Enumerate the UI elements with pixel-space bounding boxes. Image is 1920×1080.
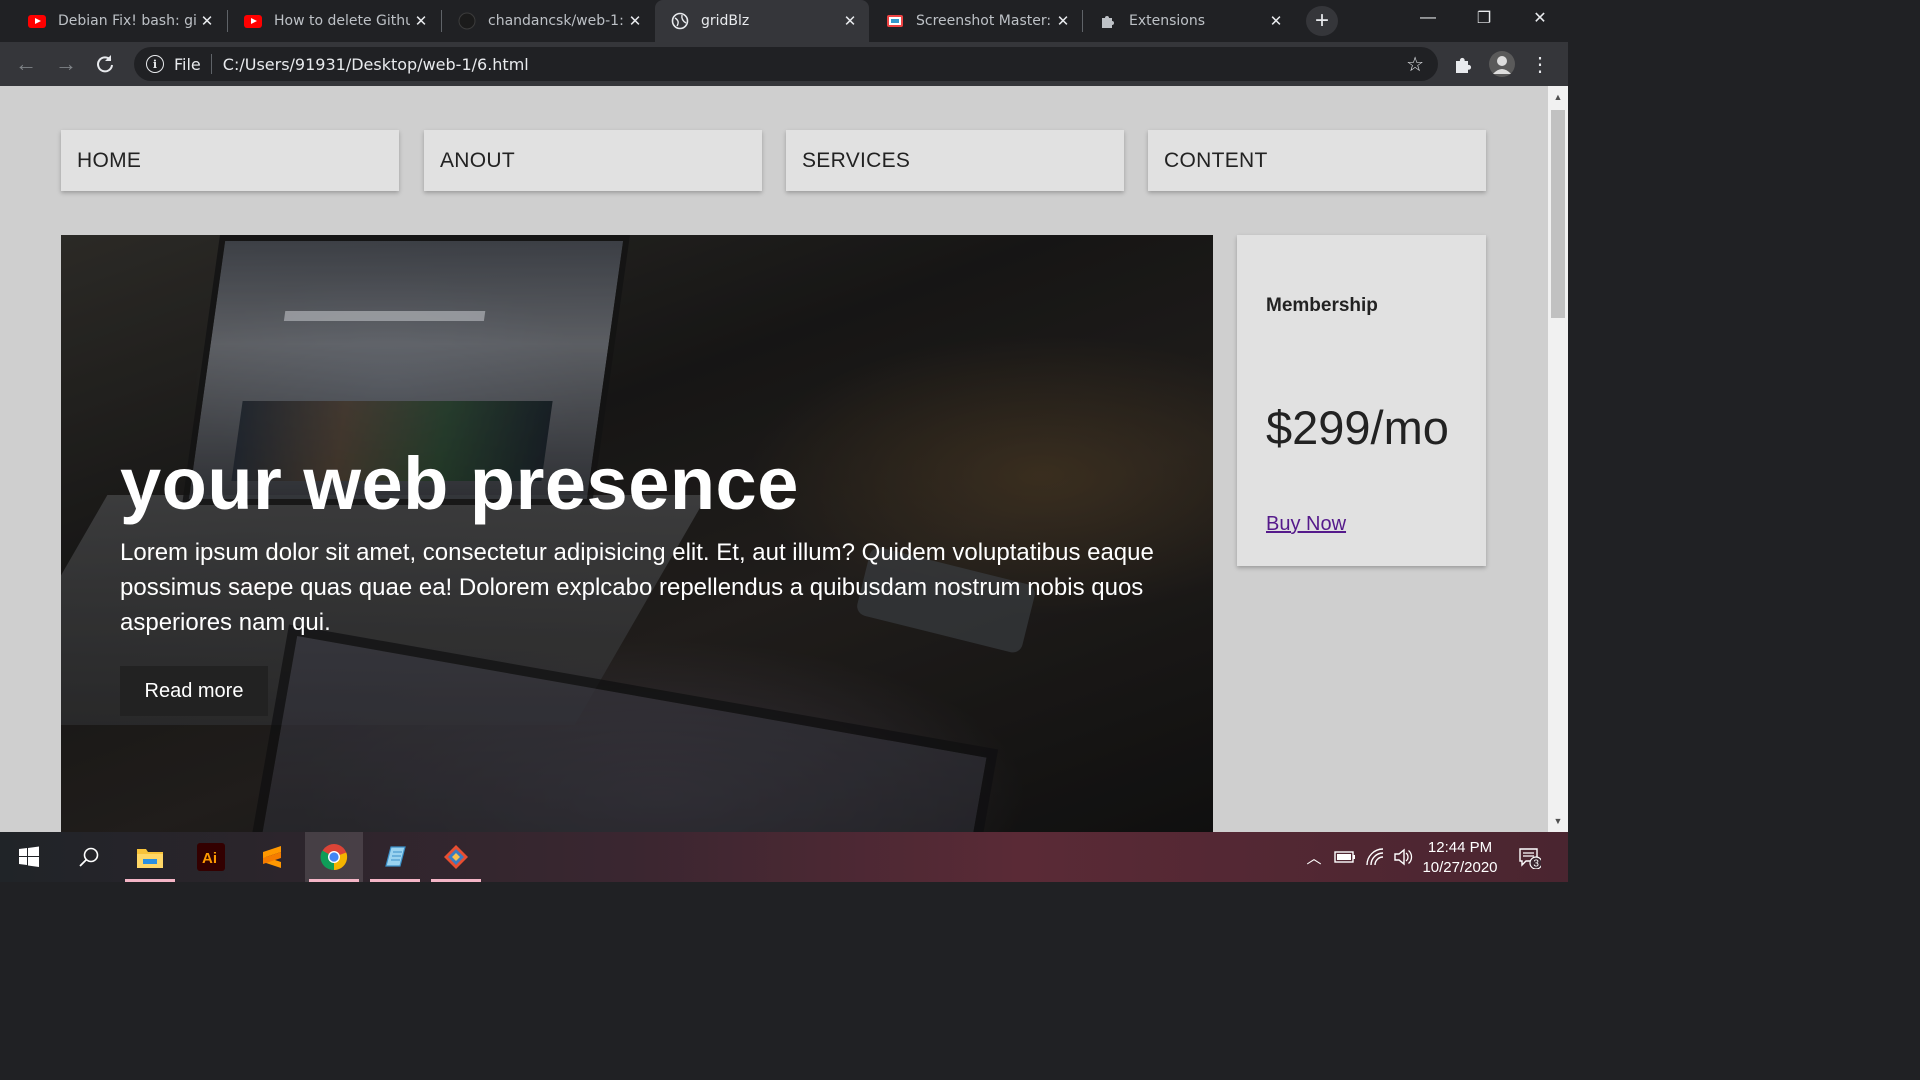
illustrator-icon[interactable]: Ai (182, 832, 240, 882)
globe-icon (671, 12, 689, 30)
tab-delete-github[interactable]: How to delete Github ✕ (228, 0, 440, 42)
close-icon[interactable]: ✕ (410, 12, 432, 30)
notepad-icon[interactable] (366, 832, 424, 882)
membership-card: Membership $299/mo Buy Now (1237, 235, 1486, 566)
tab-title: How to delete Github (274, 13, 410, 29)
sublime-text-icon[interactable] (243, 832, 301, 882)
clock-date: 10/27/2020 (1422, 859, 1498, 876)
windows-taskbar: Ai ︿ 12:44 PM 10/27/2020 3 (0, 832, 1568, 882)
page-scrollbar[interactable]: ▲ ▼ (1548, 86, 1568, 832)
close-icon[interactable]: ✕ (624, 12, 646, 30)
reload-icon (97, 55, 113, 73)
menu-kebab-icon[interactable]: ⋮ (1528, 50, 1552, 78)
battery-icon[interactable] (1332, 832, 1358, 882)
windows-start-icon[interactable] (0, 832, 58, 882)
url-scheme: File (174, 54, 201, 74)
taskbar-clock[interactable]: 12:44 PM 10/27/2020 (1412, 838, 1508, 878)
restore-button[interactable]: ❐ (1456, 0, 1512, 36)
tab-title: Debian Fix! bash: git (58, 13, 196, 29)
hero-heading: your web presence (120, 442, 799, 525)
puzzle-icon (1099, 12, 1117, 30)
tab-title: Screenshot Master: F (916, 13, 1052, 29)
minimize-button[interactable]: — (1400, 0, 1456, 36)
scroll-up-arrow-icon[interactable]: ▲ (1548, 88, 1568, 106)
back-button[interactable]: ← (12, 50, 40, 78)
browser-toolbar: ← → i File C:/Users/91931/Desktop/web-1/… (0, 42, 1568, 86)
tab-gridblz[interactable]: gridBlz ✕ (655, 0, 869, 42)
tab-title: gridBlz (701, 13, 750, 29)
scrollbar-thumb[interactable] (1551, 110, 1565, 318)
git-icon[interactable] (427, 832, 485, 882)
nav-content[interactable]: CONTENT (1148, 130, 1486, 191)
membership-title: Membership (1266, 295, 1378, 316)
search-icon[interactable] (60, 832, 118, 882)
clock-time: 12:44 PM (1427, 839, 1493, 856)
extensions-button[interactable] (1449, 50, 1477, 78)
close-icon[interactable]: ✕ (839, 12, 861, 30)
show-hidden-icons-chevron-icon[interactable]: ︿ (1302, 832, 1326, 882)
wifi-icon[interactable] (1362, 832, 1388, 882)
nav-anout[interactable]: ANOUT (424, 130, 762, 191)
close-icon[interactable]: ✕ (1265, 12, 1287, 30)
omnibox-divider (210, 54, 212, 74)
tab-github-repo[interactable]: chandancsk/web-1: w ✕ (442, 0, 654, 42)
close-window-button[interactable]: ✕ (1512, 0, 1568, 36)
read-more-button[interactable]: Read more (120, 666, 268, 716)
address-bar[interactable]: i File C:/Users/91931/Desktop/web-1/6.ht… (134, 47, 1438, 81)
tab-title: Extensions (1129, 13, 1206, 29)
youtube-icon (244, 12, 262, 30)
profile-avatar[interactable] (1487, 50, 1517, 78)
nav-services[interactable]: SERVICES (786, 130, 1124, 191)
reload-button[interactable] (91, 50, 119, 78)
tab-screenshot-master[interactable]: Screenshot Master: F ✕ (870, 0, 1082, 42)
tab-debian-fix[interactable]: Debian Fix! bash: git ✕ (12, 0, 226, 42)
hero-body-text: Lorem ipsum dolor sit amet, consectetur … (120, 539, 1154, 636)
close-icon[interactable]: ✕ (1052, 12, 1074, 30)
forward-button[interactable]: → (52, 50, 80, 78)
youtube-icon (28, 12, 46, 30)
page-viewport: HOME ANOUT SERVICES CONTENT your web pre… (0, 86, 1548, 832)
puzzle-icon (1456, 57, 1472, 73)
svg-text:Ai: Ai (202, 850, 217, 867)
hero-section: your web presence Lorem ipsum dolor sit … (61, 235, 1213, 832)
url-text[interactable]: C:/Users/91931/Desktop/web-1/6.html (223, 55, 529, 74)
screenshot-master-icon (886, 12, 904, 30)
membership-price: $299/mo (1266, 401, 1449, 454)
action-center-icon[interactable]: 3 (1512, 832, 1546, 882)
github-icon (458, 12, 476, 30)
tab-strip: Debian Fix! bash: git ✕ How to delete Gi… (0, 0, 1568, 42)
tab-extensions[interactable]: Extensions ✕ (1083, 0, 1295, 42)
nav-home[interactable]: HOME (61, 130, 399, 191)
tab-title: chandancsk/web-1: w (488, 13, 624, 29)
scroll-down-arrow-icon[interactable]: ▼ (1548, 812, 1568, 830)
chrome-icon[interactable] (305, 832, 363, 882)
buy-now-link[interactable]: Buy Now (1266, 513, 1346, 536)
hero-overlay (61, 235, 1213, 832)
bookmark-star-icon[interactable]: ☆ (1406, 52, 1424, 77)
site-info-icon[interactable]: i (146, 55, 164, 73)
close-icon[interactable]: ✕ (196, 12, 218, 30)
new-tab-button[interactable]: + (1306, 6, 1338, 36)
file-explorer-icon[interactable] (121, 832, 179, 882)
notification-count: 3 (1533, 859, 1539, 870)
